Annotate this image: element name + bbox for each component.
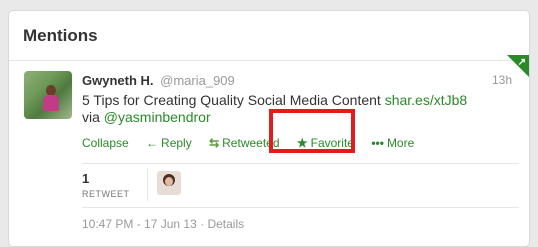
retweet-icon: ⇆ [209,136,220,150]
tweet-text-main: 5 Tips for Creating Quality Social Media… [82,92,381,108]
divider [82,163,519,164]
tweet-actions: Collapse ← Reply ⇆ Retweeted ★ Favorite •••… [82,136,428,150]
details-link[interactable]: Details [207,217,244,231]
retweet-count[interactable]: 1 [82,171,89,186]
tweet-link[interactable]: shar.es/xtJb8 [385,92,468,108]
mentions-header: Mentions [9,11,529,61]
via-label: via [82,109,100,125]
retweeter-avatar[interactable] [157,171,181,195]
reply-icon: ← [146,136,159,150]
tweet-author-line: Gwyneth H. @maria_909 [82,73,235,88]
divider [82,207,519,208]
reply-label: Reply [161,136,192,150]
more-icon: ••• [371,136,384,150]
retweet-count-label: RETWEET [82,189,130,199]
via-handle-link[interactable]: @yasminbendror [104,109,211,125]
collapse-label: Collapse [82,136,129,150]
mention-corner-icon: ↗ [517,57,526,68]
tweet-timestamp-short[interactable]: 13h [492,73,512,87]
reply-button[interactable]: ← Reply [146,136,192,150]
favorite-highlight-box [269,109,355,153]
avatar[interactable] [24,71,72,119]
tweet-footer: 10:47 PM - 17 Jun 13 · Details [82,217,244,231]
tweet-full-timestamp[interactable]: 10:47 PM - 17 Jun 13 [82,217,197,231]
mentions-title: Mentions [23,26,98,45]
stats-divider [147,168,148,201]
more-button[interactable]: ••• More [371,136,414,150]
footer-separator: · [200,217,205,231]
more-label: More [386,136,415,150]
author-handle[interactable]: @maria_909 [160,73,235,88]
author-name[interactable]: Gwyneth H. [82,73,154,88]
collapse-button[interactable]: Collapse [82,136,129,150]
